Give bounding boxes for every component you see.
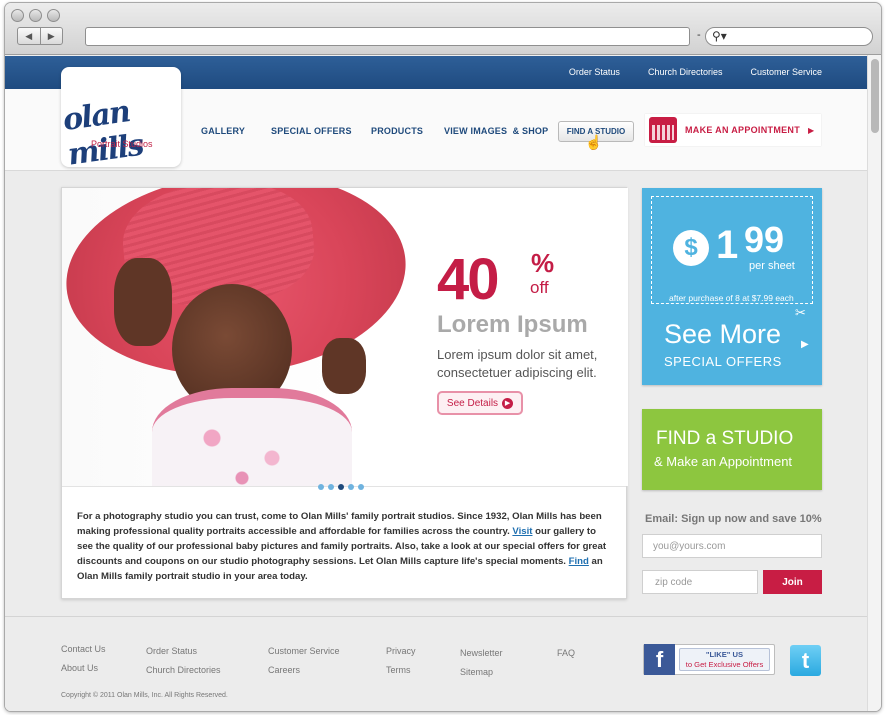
about-us-link[interactable]: About Us <box>61 663 98 673</box>
hero-heading: Lorem Ipsum <box>437 311 588 338</box>
search-field[interactable]: ⚲▾ <box>705 27 873 46</box>
chevron-right-icon: ▶ <box>808 125 815 135</box>
hand-cursor-icon: ☝ <box>585 134 603 150</box>
find-studio-promo[interactable]: FIND a STUDIO & Make an Appointment <box>642 409 822 490</box>
nav-gallery[interactable]: GALLERY <box>201 126 271 136</box>
vertical-scrollbar[interactable] <box>867 55 881 711</box>
footer-column: Privacy Terms <box>386 642 416 680</box>
discount-value: 40 <box>437 247 499 312</box>
slide-indicator <box>318 484 364 490</box>
nav-special-offers[interactable]: SPECIAL OFFERS <box>271 126 371 136</box>
price-condition: after purchase of 8 at $7.99 each <box>669 293 794 303</box>
facebook-like-label: "LIKE" US <box>705 650 744 659</box>
url-separator: - <box>697 29 701 41</box>
discount-off: off <box>530 278 549 297</box>
footer-column: FAQ <box>557 644 575 663</box>
footer-customer-service-link[interactable]: Customer Service <box>268 646 340 656</box>
minimize-window-button[interactable] <box>29 9 42 22</box>
slide-dot[interactable] <box>328 484 334 490</box>
address-bar[interactable] <box>85 27 690 46</box>
site-header: olan mills Portrait Studios GALLERY SPEC… <box>5 67 868 173</box>
visit-gallery-link[interactable]: Visit <box>512 526 532 537</box>
search-icon: ⚲▾ <box>712 29 727 43</box>
twitter-icon[interactable]: t <box>790 645 821 676</box>
zoom-window-button[interactable] <box>47 9 60 22</box>
scissors-icon: ✂ <box>795 305 806 320</box>
order-status-link[interactable]: Order Status <box>569 67 620 77</box>
contact-us-link[interactable]: Contact Us <box>61 644 106 654</box>
browser-toolbar: ◀ ▶ - ⚲▾ <box>5 3 881 55</box>
footer-church-directories-link[interactable]: Church Directories <box>146 665 221 675</box>
facebook-promo: "LIKE" US to Get Exclusive Offers <box>679 648 770 671</box>
slide-dot[interactable] <box>358 484 364 490</box>
slide-dot[interactable] <box>338 484 344 490</box>
play-arrow-icon: ▶ <box>502 397 514 409</box>
close-window-button[interactable] <box>11 9 24 22</box>
footer-column: Order Status Church Directories <box>146 642 221 680</box>
facebook-icon: f <box>644 644 675 675</box>
price-dollars: 1 <box>716 223 739 267</box>
browser-window: ◀ ▶ - ⚲▾ Order Status Church Directories… <box>4 2 882 712</box>
see-details-button[interactable]: See Details ▶ <box>437 391 523 415</box>
nav-view-images-shop[interactable]: VIEW IMAGES & SHOP <box>444 126 548 136</box>
slide-dot[interactable] <box>348 484 354 490</box>
newsletter-link[interactable]: Newsletter <box>460 648 503 658</box>
price-cents: 99 <box>744 219 785 260</box>
logo-wordmark: olan mills <box>60 94 146 173</box>
hero-image: 40 % off Lorem Ipsum Lorem ipsum dolor s… <box>62 188 628 486</box>
site-logo[interactable]: olan mills Portrait Studios <box>61 67 181 173</box>
see-more-heading: See More <box>664 319 782 349</box>
nav-products[interactable]: PRODUCTS <box>371 126 444 136</box>
copyright-text: Copyright © 2011 Olan Mills, Inc. All Ri… <box>61 692 228 699</box>
price-unit: per sheet <box>749 260 795 272</box>
footer-column: Customer Service Careers <box>268 642 340 680</box>
back-arrow-icon[interactable]: ◀ <box>18 28 41 44</box>
calendar-icon <box>649 117 677 143</box>
forward-arrow-icon[interactable]: ▶ <box>41 28 63 44</box>
join-button[interactable]: Join <box>763 570 822 594</box>
see-details-label: See Details <box>446 397 499 409</box>
special-offers-promo[interactable]: $ 1 99 per sheet after purchase of 8 at … <box>642 188 822 385</box>
hand-illustration <box>322 338 366 394</box>
find-studio-link[interactable]: Find <box>569 556 589 567</box>
faq-link[interactable]: FAQ <box>557 648 575 658</box>
scrollbar-thumb[interactable] <box>871 59 879 133</box>
make-appointment-subheading: & Make an Appointment <box>654 454 793 469</box>
privacy-link[interactable]: Privacy <box>386 646 416 656</box>
webpage: Order Status Church Directories Customer… <box>5 56 868 711</box>
terms-link[interactable]: Terms <box>386 665 411 675</box>
dress-illustration <box>152 388 352 486</box>
footer-order-status-link[interactable]: Order Status <box>146 646 197 656</box>
hand-illustration <box>114 258 172 346</box>
site-footer: Contact Us About Us Order Status Church … <box>5 616 868 711</box>
email-field[interactable]: you@yours.com <box>642 534 822 558</box>
chevron-right-icon: ▶ <box>801 339 809 350</box>
make-appointment-button[interactable]: MAKE AN APPOINTMENT ▶ <box>645 114 821 146</box>
footer-column: Contact Us About Us <box>61 640 106 678</box>
church-directories-link[interactable]: Church Directories <box>648 67 723 77</box>
footer-column: Newsletter Sitemap <box>460 644 503 682</box>
dollar-badge-icon: $ <box>673 230 709 266</box>
hero-body: Lorem ipsum dolor sit amet, consectetuer… <box>437 347 598 380</box>
slide-dot[interactable] <box>318 484 324 490</box>
discount-percent: % <box>531 248 555 278</box>
history-buttons: ◀ ▶ <box>17 27 63 45</box>
careers-link[interactable]: Careers <box>268 665 300 675</box>
customer-service-link[interactable]: Customer Service <box>750 67 822 77</box>
special-offers-subheading: SPECIAL OFFERS <box>664 354 782 369</box>
sitemap-link[interactable]: Sitemap <box>460 667 493 677</box>
signup-label: Email: Sign up now and save 10% <box>645 513 822 525</box>
main-navigation: GALLERY SPECIAL OFFERS PRODUCTS VIEW IMA… <box>201 126 548 136</box>
coupon-border: $ 1 99 per sheet after purchase of 8 at … <box>651 196 813 320</box>
facebook-like-button[interactable]: f "LIKE" US to Get Exclusive Offers <box>643 644 775 675</box>
facebook-promo-text: to Get Exclusive Offers <box>685 660 764 669</box>
intro-paragraph: For a photography studio you can trust, … <box>77 509 607 584</box>
make-appointment-label: MAKE AN APPOINTMENT <box>685 125 801 135</box>
find-studio-heading: FIND a STUDIO <box>656 428 794 449</box>
zip-code-field[interactable]: zip code <box>642 570 758 594</box>
utility-links: Order Status Church Directories Customer… <box>569 67 822 77</box>
hero-banner: 40 % off Lorem Ipsum Lorem ipsum dolor s… <box>61 187 628 599</box>
logo-subtitle: Portrait Studios <box>91 139 153 149</box>
